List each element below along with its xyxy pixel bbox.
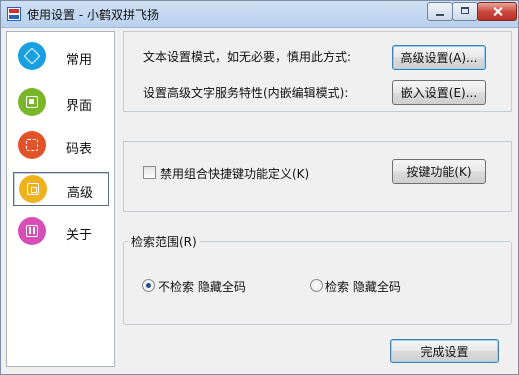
text-settings-panel: 文本设置模式，如无必要，慎用此方式: 高级设置(A)... 设置高级文字服务特性… xyxy=(123,31,512,112)
sidebar-item-label: 常用 xyxy=(66,53,93,68)
sidebar-item-code-table[interactable]: 码表 xyxy=(13,129,109,163)
hotkey-function-button[interactable]: 按键功能(K) xyxy=(392,159,486,184)
disable-hotkeys-checkbox[interactable] xyxy=(143,166,156,179)
text-mode-label: 文本设置模式，如无必要，慎用此方式: xyxy=(143,50,352,64)
close-button[interactable] xyxy=(477,2,517,21)
radio-search-label[interactable]: 检索 隐藏全码 xyxy=(325,278,401,295)
diamond-icon xyxy=(18,42,46,70)
radio-search[interactable] xyxy=(310,279,323,292)
sidebar-item-interface[interactable]: 界面 xyxy=(13,86,109,120)
about-icon xyxy=(18,217,46,245)
radio-no-search[interactable] xyxy=(142,279,155,292)
window-title: 使用设置 - 小鹤双拼飞扬 xyxy=(27,8,159,22)
search-range-title: 检索范围(R) xyxy=(128,233,200,250)
title-bar[interactable]: 使用设置 - 小鹤双拼飞扬 xyxy=(1,1,518,28)
sidebar-item-label: 关于 xyxy=(66,228,93,243)
radio-no-search-label[interactable]: 不检索 隐藏全码 xyxy=(158,278,246,295)
sidebar-item-label: 码表 xyxy=(66,142,93,157)
sidebar-item-common[interactable]: 常用 xyxy=(13,40,109,74)
hotkey-panel: 禁用组合快捷键功能定义(K) 按键功能(K) xyxy=(123,141,512,212)
code-table-icon xyxy=(18,131,46,159)
advanced-settings-button[interactable]: 高级设置(A)... xyxy=(392,45,486,70)
app-icon xyxy=(7,7,21,21)
layout-icon xyxy=(18,88,46,116)
disable-hotkeys-label[interactable]: 禁用组合快捷键功能定义(K) xyxy=(160,165,309,182)
sidebar-item-advanced[interactable]: 高级 xyxy=(13,172,109,206)
finish-settings-button[interactable]: 完成设置 xyxy=(390,339,499,363)
minimize-button[interactable] xyxy=(427,2,453,21)
sidebar-item-label: 界面 xyxy=(66,99,93,114)
sidebar: 常用 界面 码表 高级 关于 xyxy=(6,31,115,367)
sidebar-item-label: 高级 xyxy=(67,186,94,201)
advanced-icon xyxy=(19,175,47,203)
settings-window: 使用设置 - 小鹤双拼飞扬 常用 界面 码表 高级 关于 文本设置模式，如无必要… xyxy=(0,0,519,375)
text-service-label: 设置高级文字服务特性(内嵌编辑模式): xyxy=(143,86,349,100)
maximize-button[interactable] xyxy=(452,2,478,21)
sidebar-item-about[interactable]: 关于 xyxy=(13,215,109,249)
embed-settings-button[interactable]: 嵌入设置(E)... xyxy=(392,80,486,105)
